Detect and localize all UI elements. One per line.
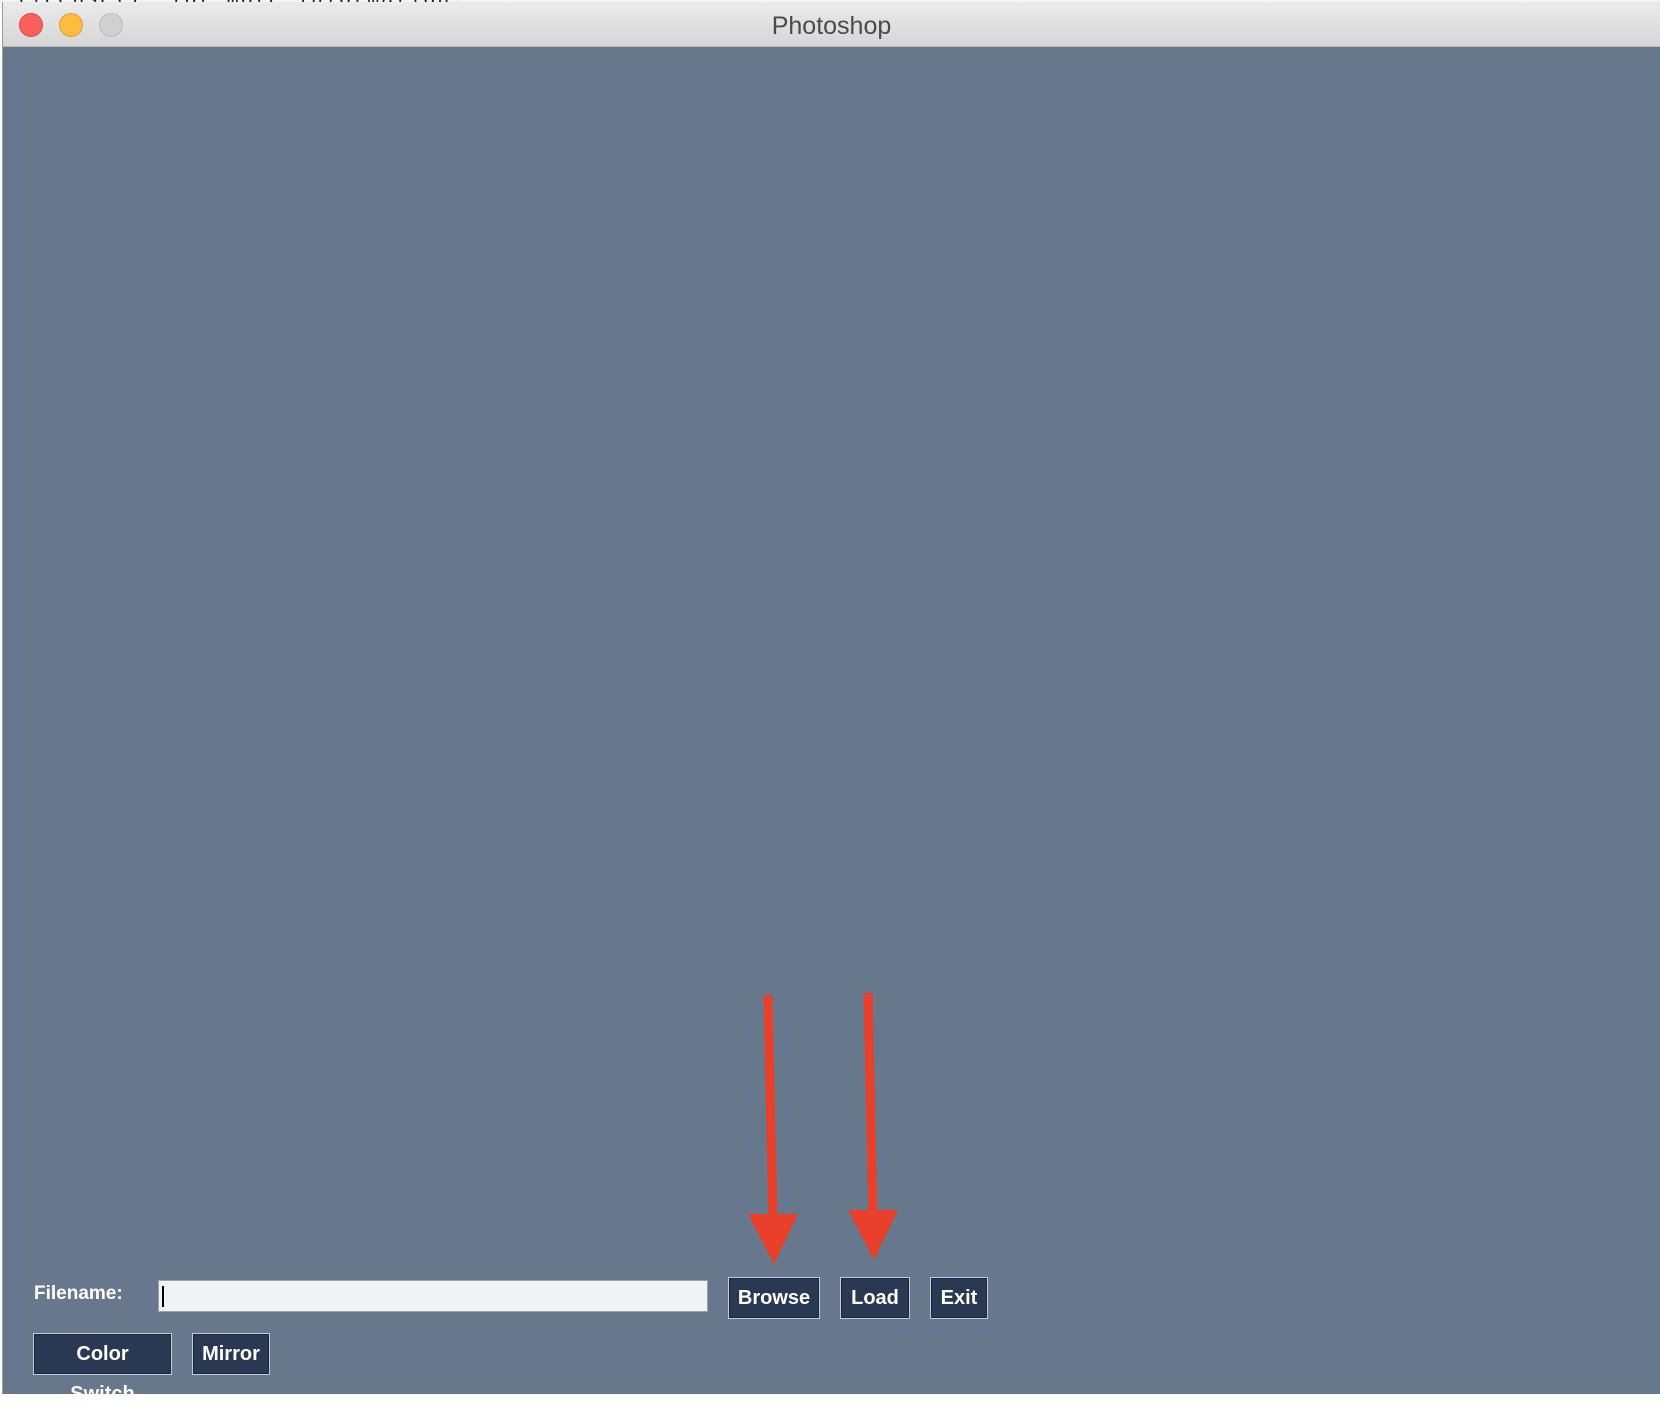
color-switch-button[interactable]: Color Switch xyxy=(33,1333,172,1405)
text-cursor xyxy=(162,1286,164,1307)
filename-input[interactable] xyxy=(158,1280,708,1312)
photoshop-window: Photoshop xyxy=(2,2,1660,1394)
browse-button[interactable]: Browse xyxy=(728,1277,820,1319)
title-bar: Photoshop xyxy=(3,2,1660,47)
window-title: Photoshop xyxy=(771,12,892,40)
filename-label: Filename: xyxy=(34,1283,123,1304)
exit-button[interactable]: Exit xyxy=(930,1277,988,1319)
mirror-button[interactable]: Mirror xyxy=(192,1333,270,1375)
load-button[interactable]: Load xyxy=(840,1277,910,1319)
image-canvas xyxy=(3,47,1660,1247)
